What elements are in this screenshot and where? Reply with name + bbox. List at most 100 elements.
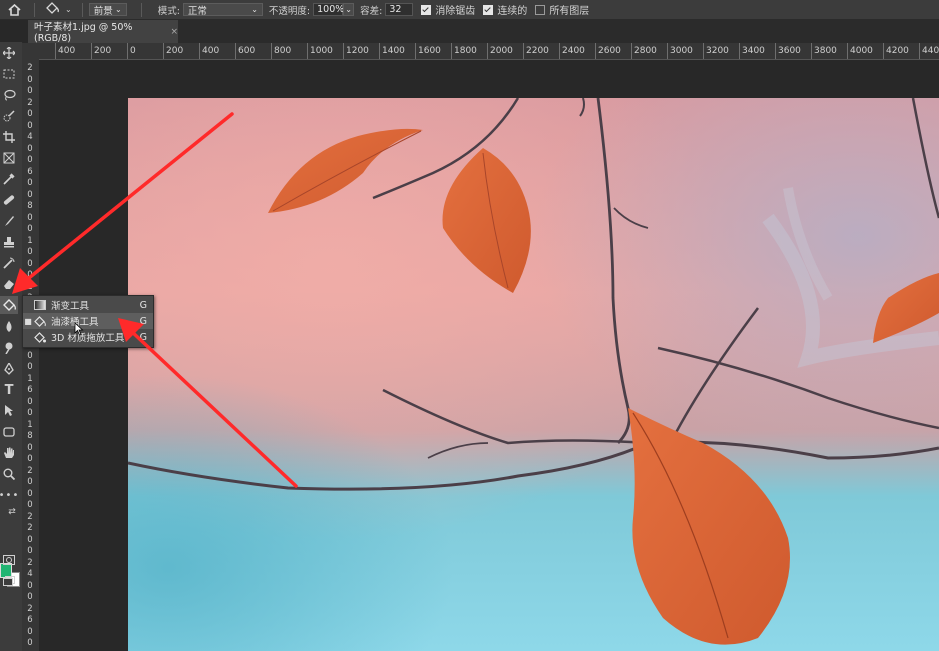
flyout-item-label: 渐变工具 — [51, 301, 90, 312]
swap-colors-icon[interactable]: ⇄ — [6, 506, 18, 518]
ruler-tick-label: 0 — [27, 155, 33, 165]
ruler-tick-label: 2800 — [631, 43, 657, 59]
chevron-down-icon: ⌄ — [251, 5, 258, 14]
flyout-item-gradient[interactable]: 渐变工具 G — [23, 297, 153, 313]
chevron-down-icon: ⌄ — [115, 5, 122, 14]
pen-icon[interactable] — [0, 360, 18, 378]
flyout-item-3d-material-drop[interactable]: 3D 材质拖放工具 G — [23, 329, 153, 345]
contiguous-checkbox[interactable]: 连续的 — [483, 2, 527, 17]
opacity-value: 100% — [317, 4, 345, 15]
ruler-tick-label: 0 — [27, 408, 33, 418]
ruler-tick-label: 200 — [91, 43, 111, 59]
quick-select-icon[interactable] — [0, 107, 18, 125]
lasso-icon[interactable] — [0, 86, 18, 104]
more-icon[interactable]: ••• — [0, 486, 18, 504]
ruler-tick-label: 2000 — [487, 43, 513, 59]
ruler-tick-label: 200 — [163, 43, 183, 59]
flyout-item-label: 3D 材质拖放工具 — [51, 333, 125, 344]
ruler-tick-label: 3200 — [703, 43, 729, 59]
path-select-icon[interactable] — [0, 402, 18, 420]
marquee-icon[interactable] — [0, 65, 18, 83]
eyedropper-icon[interactable] — [0, 170, 18, 188]
paint-bucket-icon — [2, 299, 16, 311]
opacity-input[interactable]: 100% — [313, 3, 345, 16]
ruler-tick-label: 1 — [27, 373, 33, 384]
hand-icon[interactable] — [0, 444, 18, 462]
screen-mode-icon[interactable] — [0, 572, 18, 590]
ruler-tick-label: 4 — [27, 132, 33, 142]
home-icon[interactable] — [0, 0, 28, 19]
ruler-tick-label: 0 — [27, 86, 33, 96]
tolerance-label: 容差: — [360, 5, 383, 17]
ruler-tick-label: 0 — [27, 224, 33, 234]
ruler-tick-label: 2400 — [559, 43, 585, 59]
ruler-tick-label: 1 — [27, 419, 33, 430]
horizontal-ruler[interactable]: 400 200 0 200 400 600 800 1000 1200 1400 1600 1800 2… — [39, 43, 939, 60]
frame-icon[interactable] — [0, 149, 18, 167]
stamp-icon[interactable] — [0, 233, 18, 251]
vertical-ruler[interactable]: 2002004006008001000120014001600180020002… — [22, 59, 40, 651]
rectangle-icon[interactable] — [0, 423, 18, 441]
opacity-dropdown-button[interactable]: ⌄ — [343, 3, 355, 16]
zoom-icon[interactable] — [0, 465, 18, 483]
flyout-item-shortcut: G — [139, 331, 147, 343]
move-icon[interactable] — [0, 44, 18, 62]
ruler-tick-label: 4000 — [847, 43, 873, 59]
mode-dropdown[interactable]: 正常 ⌄ — [182, 3, 263, 17]
selected-marker: ■ — [24, 316, 32, 326]
separator — [81, 2, 83, 17]
eraser-icon[interactable] — [0, 275, 18, 293]
tools-panel: T ••• ⇄ — [0, 42, 23, 651]
chevron-down-icon: ⌄ — [65, 5, 72, 14]
ruler-tick-label: 0 — [27, 534, 33, 545]
ruler-tick-label: 6 — [27, 615, 33, 625]
ruler-tick-label: 1 — [27, 281, 33, 292]
history-brush-icon[interactable] — [0, 254, 18, 272]
flyout-item-paint-bucket[interactable]: ■ 油漆桶工具 G — [23, 313, 153, 329]
ruler-tick-label: 0 — [127, 43, 136, 59]
separator — [140, 2, 142, 17]
brush-icon[interactable] — [0, 212, 18, 230]
document-tab-title: 叶子素材1.jpg @ 50%(RGB/8) — [34, 22, 133, 44]
canvas-image[interactable] — [128, 98, 939, 651]
mouse-cursor-icon — [74, 322, 84, 336]
ruler-tick-label: 3600 — [775, 43, 801, 59]
paint-bucket-tool[interactable] — [0, 296, 18, 314]
contiguous-label: 连续的 — [497, 6, 528, 17]
ruler-tick-label: 0 — [27, 488, 33, 499]
tool-preset-picker[interactable]: ⌄ — [41, 2, 76, 17]
tolerance-input[interactable]: 32 — [385, 3, 414, 16]
ruler-tick-label: 8 — [27, 201, 33, 211]
ruler-tick-label: 800 — [271, 43, 291, 59]
close-icon[interactable]: × — [170, 27, 178, 37]
ruler-tick-label: 0 — [27, 189, 33, 200]
quick-mask-icon[interactable] — [0, 551, 18, 569]
fill-source-dropdown[interactable]: 前景 ⌄ — [88, 3, 127, 17]
mode-label: 模式: — [157, 5, 180, 17]
type-icon[interactable]: T — [0, 381, 18, 399]
ruler-tick-label: 0 — [27, 500, 33, 510]
healing-icon[interactable] — [0, 191, 18, 209]
ruler-tick-label: 3000 — [667, 43, 693, 59]
antialias-checkbox[interactable]: 消除锯齿 — [421, 2, 475, 17]
ruler-tick-label: 0 — [27, 442, 33, 453]
crop-icon[interactable] — [0, 128, 18, 146]
ruler-tick-label: 0 — [27, 362, 33, 372]
ruler-tick-label: 2 — [27, 603, 33, 614]
tool-flyout-menu: 渐变工具 G ■ 油漆桶工具 G 3D 材质拖放工具 G — [22, 295, 154, 348]
ruler-tick-label: 1 — [27, 235, 33, 246]
document-tab[interactable]: 叶子素材1.jpg @ 50%(RGB/8) × — [28, 20, 178, 44]
ruler-tick-label: 3400 — [739, 43, 765, 59]
all-layers-checkbox[interactable]: 所有图层 — [535, 2, 589, 17]
ruler-tick-label: 0 — [27, 626, 33, 637]
ruler-tick-label: 2 — [27, 63, 33, 73]
ruler-tick-label: 1200 — [343, 43, 369, 59]
blur-icon[interactable] — [0, 318, 18, 336]
all-layers-label: 所有图层 — [549, 6, 590, 17]
dodge-icon[interactable] — [0, 339, 18, 357]
ruler-tick-label: 4 — [27, 569, 33, 579]
ruler-tick-label: 1400 — [379, 43, 405, 59]
chevron-down-icon: ⌄ — [345, 5, 352, 14]
ruler-tick-label: 0 — [27, 74, 33, 85]
ruler-tick-label: 8 — [27, 431, 33, 441]
